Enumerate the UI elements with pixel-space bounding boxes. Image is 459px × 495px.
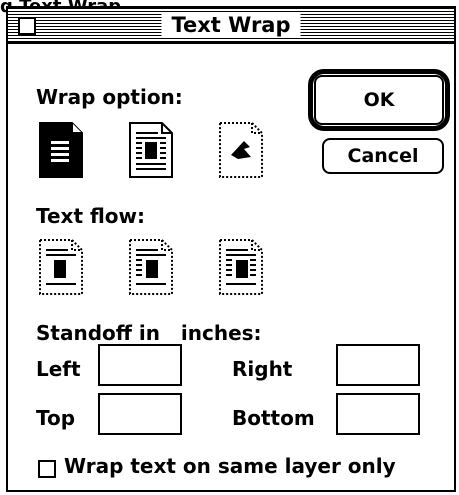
wrap-option-label: Wrap option: (36, 85, 183, 109)
wrap-around-frame-icon[interactable] (128, 121, 174, 179)
same-layer-checkbox[interactable] (38, 460, 56, 478)
flow-center-icon[interactable] (128, 238, 174, 296)
wrap-none-icon[interactable] (38, 121, 84, 179)
left-label: Left (36, 357, 81, 381)
standoff-label: Standoff in inches: (36, 321, 262, 345)
top-label: Top (36, 406, 76, 430)
wrap-around-shape-icon[interactable] (218, 121, 264, 179)
close-box-icon[interactable] (18, 17, 36, 35)
dialog-title: Text Wrap (161, 13, 301, 37)
flow-left-icon[interactable] (38, 238, 84, 296)
right-field[interactable] (336, 344, 420, 386)
cancel-button[interactable]: Cancel (322, 138, 444, 174)
flow-both-sides-icon[interactable] (218, 238, 264, 296)
text-wrap-dialog: Text Wrap Wrap option: OK Cancel Text fl… (6, 6, 456, 492)
left-field[interactable] (98, 344, 182, 386)
ok-button[interactable]: OK (314, 75, 444, 125)
title-bar[interactable]: Text Wrap (8, 8, 454, 44)
top-field[interactable] (98, 393, 182, 435)
text-flow-label: Text flow: (36, 204, 146, 228)
right-label: Right (232, 357, 293, 381)
same-layer-label[interactable]: Wrap text on same layer only (64, 454, 396, 478)
bottom-field[interactable] (336, 393, 420, 435)
bottom-label: Bottom (232, 406, 315, 430)
